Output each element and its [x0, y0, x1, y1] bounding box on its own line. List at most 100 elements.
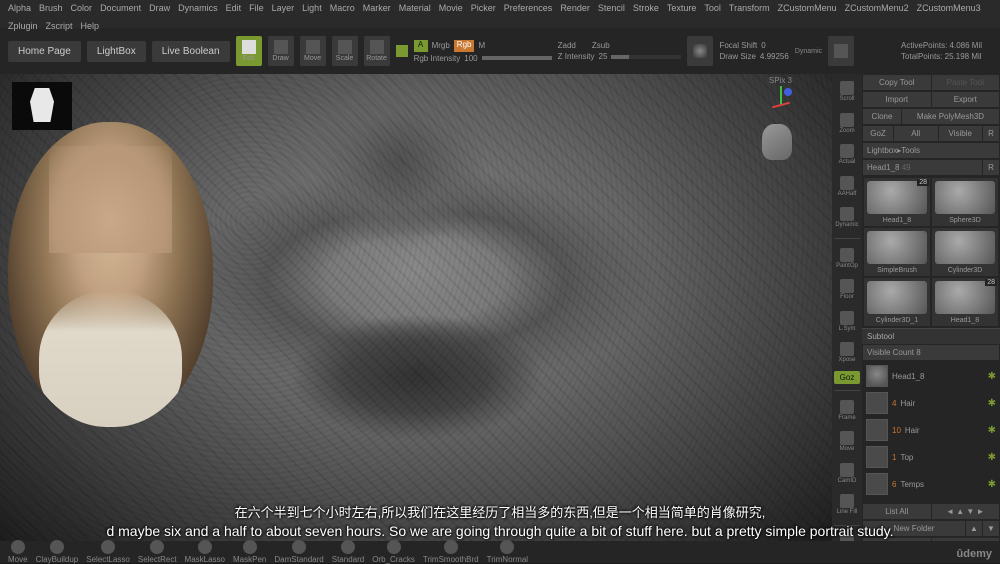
lightbox-button[interactable]: LightBox: [87, 41, 146, 62]
subtool-hair[interactable]: 4Hair✱: [864, 390, 998, 416]
brush-damstandard[interactable]: DamStandard: [274, 540, 323, 564]
goz-launch-button[interactable]: Goz: [834, 371, 860, 384]
tool-simplebrush[interactable]: SimpleBrush: [864, 228, 930, 276]
menu-marker[interactable]: Marker: [363, 3, 391, 13]
goz-button[interactable]: GoZ: [863, 126, 893, 141]
current-tool-name[interactable]: Head1_8 49: [863, 160, 982, 175]
brush-claybuildup[interactable]: ClayBuildup: [36, 540, 79, 564]
z-intensity-value[interactable]: 25: [599, 52, 608, 61]
import-button[interactable]: Import: [863, 92, 931, 107]
menu-macro[interactable]: Macro: [330, 3, 355, 13]
rgb-button[interactable]: Rgb: [454, 40, 475, 52]
dynamic-toggle[interactable]: Dynamic: [795, 48, 822, 55]
actual-icon[interactable]: Actual: [834, 141, 860, 169]
rgb-intensity-slider[interactable]: [482, 56, 552, 60]
subtool-top[interactable]: 1Top✱: [864, 444, 998, 470]
menu-document[interactable]: Document: [100, 3, 141, 13]
brush-selectlasso[interactable]: SelectLasso: [86, 540, 130, 564]
goz-r-button[interactable]: R: [983, 126, 999, 141]
menu-draw[interactable]: Draw: [149, 3, 170, 13]
alpha-thumbnail[interactable]: [12, 82, 72, 130]
clone-button[interactable]: Clone: [863, 109, 901, 124]
menu-stencil[interactable]: Stencil: [598, 3, 625, 13]
menu-movie[interactable]: Movie: [439, 3, 463, 13]
menu-layer[interactable]: Layer: [272, 3, 295, 13]
menu-render[interactable]: Render: [560, 3, 590, 13]
home-button[interactable]: Home Page: [8, 41, 81, 62]
subtool-hair[interactable]: 10Hair✱: [864, 417, 998, 443]
move-button[interactable]: Move: [300, 36, 326, 66]
live-boolean-button[interactable]: Live Boolean: [152, 41, 230, 62]
subtool-temps[interactable]: 6Temps✱: [864, 471, 998, 497]
brush-trimnormal[interactable]: TrimNormal: [487, 540, 528, 564]
menu-brush[interactable]: Brush: [39, 3, 63, 13]
menu-dynamics[interactable]: Dynamics: [178, 3, 218, 13]
brush-orb_cracks[interactable]: Orb_Cracks: [372, 540, 415, 564]
edit-button[interactable]: Edit: [236, 36, 262, 66]
paste-tool-button[interactable]: Paste Tool: [932, 75, 1000, 90]
floor-icon[interactable]: Floor: [834, 276, 860, 304]
stroke-icon[interactable]: [828, 36, 854, 66]
axis-gizmo[interactable]: [752, 82, 792, 122]
tool-cylinder3d[interactable]: Cylinder3D: [932, 228, 998, 276]
menu-zplugin[interactable]: Zplugin: [8, 21, 38, 31]
move-icon[interactable]: Move: [834, 428, 860, 456]
menu-color[interactable]: Color: [71, 3, 93, 13]
color-swatch[interactable]: [396, 45, 408, 57]
menu-transform[interactable]: Transform: [729, 3, 770, 13]
menu-alpha[interactable]: Alpha: [8, 3, 31, 13]
xpose-icon[interactable]: Xpose: [834, 339, 860, 367]
tool-head1_8[interactable]: 28Head1_8: [932, 278, 998, 326]
export-button[interactable]: Export: [932, 92, 1000, 107]
draw-size-value[interactable]: 4.99256: [760, 52, 789, 61]
brush-standard[interactable]: Standard: [332, 540, 364, 564]
menu-picker[interactable]: Picker: [471, 3, 496, 13]
z-intensity-slider[interactable]: [611, 55, 681, 59]
draw-button[interactable]: Draw: [268, 36, 294, 66]
menu-edit[interactable]: Edit: [226, 3, 242, 13]
zoom-icon[interactable]: Zoom: [834, 110, 860, 138]
menu-zscript[interactable]: Zscript: [46, 21, 73, 31]
tool-sphere3d[interactable]: Sphere3D: [932, 178, 998, 226]
reference-image[interactable]: [8, 122, 213, 427]
tool-head1_8[interactable]: 28Head1_8: [864, 178, 930, 226]
goz-all-button[interactable]: All: [894, 126, 938, 141]
brush-curve-icon[interactable]: [687, 36, 713, 66]
menu-file[interactable]: File: [249, 3, 264, 13]
mrgb-button[interactable]: Mrgb: [432, 41, 450, 50]
menu-texture[interactable]: Texture: [667, 3, 697, 13]
paintop-icon[interactable]: PaintOp: [834, 245, 860, 273]
menu-light[interactable]: Light: [302, 3, 322, 13]
menu-stroke[interactable]: Stroke: [633, 3, 659, 13]
scale-button[interactable]: Scale: [332, 36, 358, 66]
lsym-icon[interactable]: L.Sym: [834, 308, 860, 336]
visible-count[interactable]: Visible Count 8: [863, 345, 999, 360]
brush-maskpen[interactable]: MaskPen: [233, 540, 266, 564]
camid-icon[interactable]: CamID: [834, 460, 860, 488]
goz-visible-button[interactable]: Visible: [939, 126, 983, 141]
brush-selectrect[interactable]: SelectRect: [138, 540, 177, 564]
lightbox-tools-button[interactable]: Lightbox▸Tools: [863, 143, 999, 158]
subtool-header[interactable]: Subtool: [862, 328, 1000, 344]
brush-trimsmoothbrd[interactable]: TrimSmoothBrd: [423, 540, 479, 564]
make-polymesh-button[interactable]: Make PolyMesh3D: [902, 109, 999, 124]
a-mode-button[interactable]: A: [414, 40, 428, 52]
focal-shift-value[interactable]: 0: [761, 41, 765, 50]
menu-preferences[interactable]: Preferences: [504, 3, 553, 13]
menu-zcustommenu3[interactable]: ZCustomMenu3: [917, 3, 981, 13]
nav-head-widget[interactable]: [762, 124, 792, 160]
tool-cylinder3d_1[interactable]: Cylinder3D_1: [864, 278, 930, 326]
menu-tool[interactable]: Tool: [704, 3, 721, 13]
zadd-button[interactable]: Zadd: [558, 41, 576, 50]
dynamic-icon[interactable]: Dynamic: [834, 204, 860, 232]
m-button[interactable]: M: [478, 41, 485, 50]
rotate-button[interactable]: Rotate: [364, 36, 390, 66]
menu-zcustommenu[interactable]: ZCustomMenu: [778, 3, 837, 13]
zsub-button[interactable]: Zsub: [592, 41, 610, 50]
menu-material[interactable]: Material: [399, 3, 431, 13]
tool-r-button[interactable]: R: [983, 160, 999, 175]
rgb-intensity-value[interactable]: 100: [464, 54, 477, 63]
menu-help[interactable]: Help: [81, 21, 100, 31]
brush-move[interactable]: Move: [8, 540, 28, 564]
copy-tool-button[interactable]: Copy Tool: [863, 75, 931, 90]
